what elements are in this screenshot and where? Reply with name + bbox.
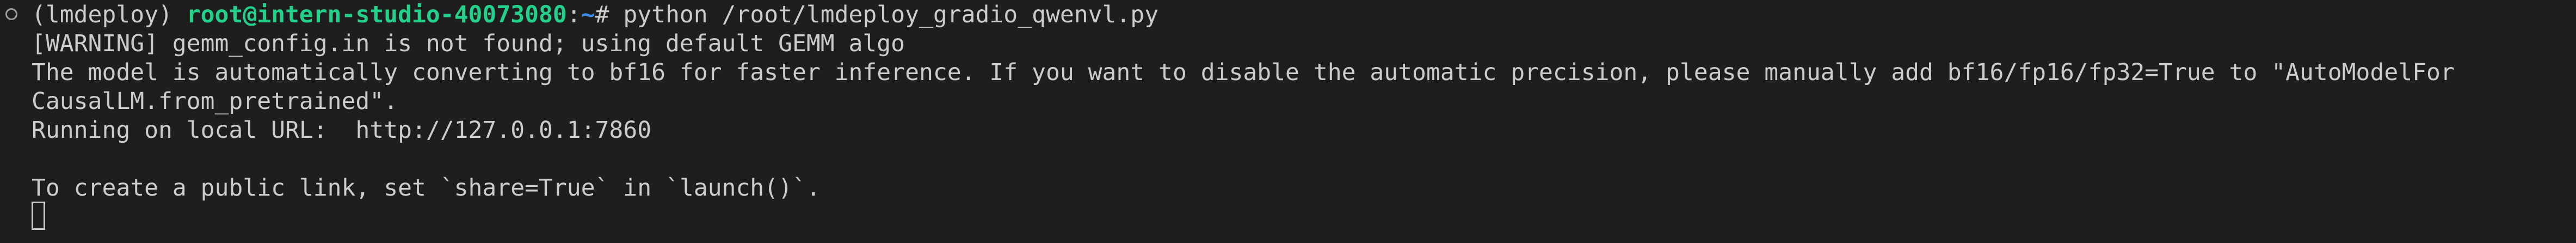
prompt-symbol: # xyxy=(595,1,624,28)
output-line-public-link-hint: To create a public link, set `share=True… xyxy=(32,174,821,202)
output-line-precision-notice-cont: CausalLM.from_pretrained". xyxy=(32,88,398,115)
prompt-separator: : xyxy=(566,1,581,28)
output-line-local-url[interactable]: Running on local URL: http://127.0.0.1:7… xyxy=(32,116,651,145)
terminal-window[interactable]: (lmdeploy) root@intern-studio-40073080:~… xyxy=(0,0,2576,243)
command-prompt-line: (lmdeploy) root@intern-studio-40073080:~… xyxy=(32,0,1158,29)
command-status-circle-icon[interactable] xyxy=(5,8,17,20)
output-line-precision-notice: The model is automatically converting to… xyxy=(32,59,2455,86)
output-line-warning: [WARNING] gemm_config.in is not found; u… xyxy=(32,30,905,57)
conda-env-label: (lmdeploy) xyxy=(32,1,187,28)
command-text: python /root/lmdeploy_gradio_qwenvl.py xyxy=(623,1,1159,28)
user-host: root@intern-studio-40073080 xyxy=(186,1,567,28)
current-directory: ~ xyxy=(581,1,595,28)
block-cursor-icon xyxy=(32,202,45,230)
